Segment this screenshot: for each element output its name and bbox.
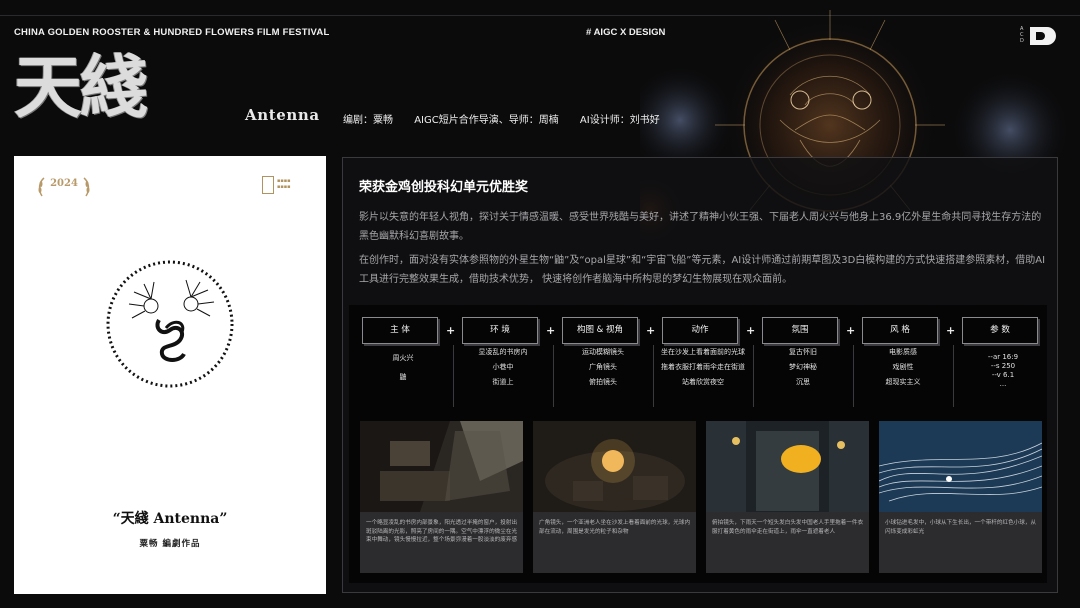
film-title-chinese: 天綫 — [14, 48, 148, 128]
credit-director: AIGC短片合作导演、导师：周楠 — [414, 115, 559, 126]
film-poster: 2024 ▪▪▪▪ ▪▪▪▪ “天綫 Antenna” 粟畅 編劇作品 — [14, 156, 326, 594]
prompt-flow-diagram: 主 体 + 环 境 + 构图 & 视角 + 动作 + 氛围 + 风 格 + 参 … — [349, 305, 1047, 583]
credits-line: 编剧：粟畅 AIGC短片合作导演、导师：周楠 AI设计师：刘书好 — [343, 111, 678, 126]
aigc-design-tag: # AIGC X DESIGN — [586, 27, 666, 38]
frame-image-light-orb — [533, 421, 696, 512]
step-subject: 主 体 — [362, 317, 438, 344]
frame-image-yellow-umbrella — [706, 421, 869, 512]
column-action: 坐在沙发上看着面前的光球 拖着衣服打着雨伞走在街道 站着欣赏夜空 — [661, 348, 745, 386]
poster-festival-logo: ▪▪▪▪ ▪▪▪▪ — [262, 176, 302, 196]
frame-image-messy-study — [360, 421, 523, 512]
frame-card-study: 一个略显凌乱的书房内部景象，阳光透过半掩的窗户，投射出斑驳陆离的光影，照亮了房间… — [360, 421, 523, 573]
brand-letters: A C D — [1020, 26, 1024, 44]
plus-icon: + — [746, 324, 756, 337]
synopsis-paragraph: 影片以失意的年轻人视角，探讨关于情感温暖、感受世界残酷与美好，讲述了精神小伙王强… — [359, 212, 1042, 242]
credit-ai-designer: AI设计师：刘书好 — [579, 115, 660, 126]
poster-subtitle: 粟畅 編劇作品 — [139, 539, 201, 549]
frame-caption: 俯拍镜头，下雨天一个短头发白头发中国老人手里拖着一件衣服打着黄色的雨伞走在街道上… — [712, 520, 864, 535]
award-heading: 荣获金鸡创投科幻单元优胜奖 — [359, 180, 529, 195]
frame-caption: 一个略显凌乱的书房内部景象，阳光透过半掩的窗户，投射出斑驳陆离的光影，照亮了房间… — [366, 520, 518, 544]
logo-mark-icon — [262, 176, 274, 194]
plus-icon: + — [646, 324, 656, 337]
credit-writer: 编剧：粟畅 — [343, 115, 393, 126]
column-style: 电影质感 戏剧性 超现实主义 — [885, 348, 921, 386]
plus-icon: + — [546, 324, 556, 337]
step-style: 风 格 — [862, 317, 938, 344]
plus-icon: + — [446, 324, 456, 337]
poster-laurel-badge: 2024 — [36, 176, 92, 200]
column-parameters: --ar 16:9 --s 250 --v 6.1 ... — [987, 353, 1019, 388]
brand-logo-icon — [1030, 27, 1056, 45]
step-composition: 构图 & 视角 — [562, 317, 638, 344]
frame-caption: 广角镜头，一个亚洲老人坐在沙发上看着面前的光球，光球内部在流动，周围是发光的粒子… — [539, 520, 691, 535]
step-parameters: 参 数 — [962, 317, 1038, 344]
step-environment: 环 境 — [462, 317, 538, 344]
column-environment: 显凌乱的书房内 小巷中 街道上 — [478, 348, 528, 386]
frame-card-fur-ball: 小球钻进毛发中，小球从下生长出，一个带杆的红色小球，从闪烁变成彩虹光 — [879, 421, 1042, 573]
frame-card-light-orb: 广角镜头，一个亚洲老人坐在沙发上看着面前的光球，光球内部在流动，周围是发光的粒子… — [533, 421, 696, 573]
column-composition: 运动模糊镜头 广角镜头 俯拍镜头 — [582, 348, 624, 386]
column-subject: 周火兴 鼬 — [392, 354, 414, 381]
step-action: 动作 — [662, 317, 738, 344]
film-title-english: Antenna — [245, 106, 320, 124]
creature-circle-emblem — [106, 260, 234, 388]
process-paragraph: 在创作时，面对没有实体参照物的外星生物“鼬”及“opal星球”和“宇宙飞船”等元… — [359, 255, 1046, 285]
info-panel: 荣获金鸡创投科幻单元优胜奖 影片以失意的年轻人视角，探讨关于情感温暖、感受世界残… — [342, 157, 1058, 593]
frame-card-umbrella: 俯拍镜头，下雨天一个短头发白头发中国老人手里拖着一件衣服打着黄色的雨伞走在街道上… — [706, 421, 869, 573]
festival-name: CHINA GOLDEN ROOSTER & HUNDRED FLOWERS F… — [14, 27, 330, 38]
step-atmosphere: 氛围 — [762, 317, 838, 344]
column-atmosphere: 复古怀旧 梦幻神秘 沉思 — [789, 348, 817, 386]
generated-frames: 一个略显凌乱的书房内部景象，阳光透过半掩的窗户，投射出斑驳陆离的光影，照亮了房间… — [360, 421, 1042, 573]
frame-image-fur-ball — [879, 421, 1042, 512]
plus-icon: + — [946, 324, 956, 337]
poster-title: “天綫 Antenna” — [112, 511, 228, 527]
top-divider — [0, 15, 1080, 16]
plus-icon: + — [846, 324, 856, 337]
frame-caption: 小球钻进毛发中，小球从下生长出，一个带杆的红色小球，从闪烁变成彩虹光 — [885, 520, 1037, 535]
prompt-steps: 主 体 + 环 境 + 构图 & 视角 + 动作 + 氛围 + 风 格 + 参 … — [362, 317, 1042, 347]
